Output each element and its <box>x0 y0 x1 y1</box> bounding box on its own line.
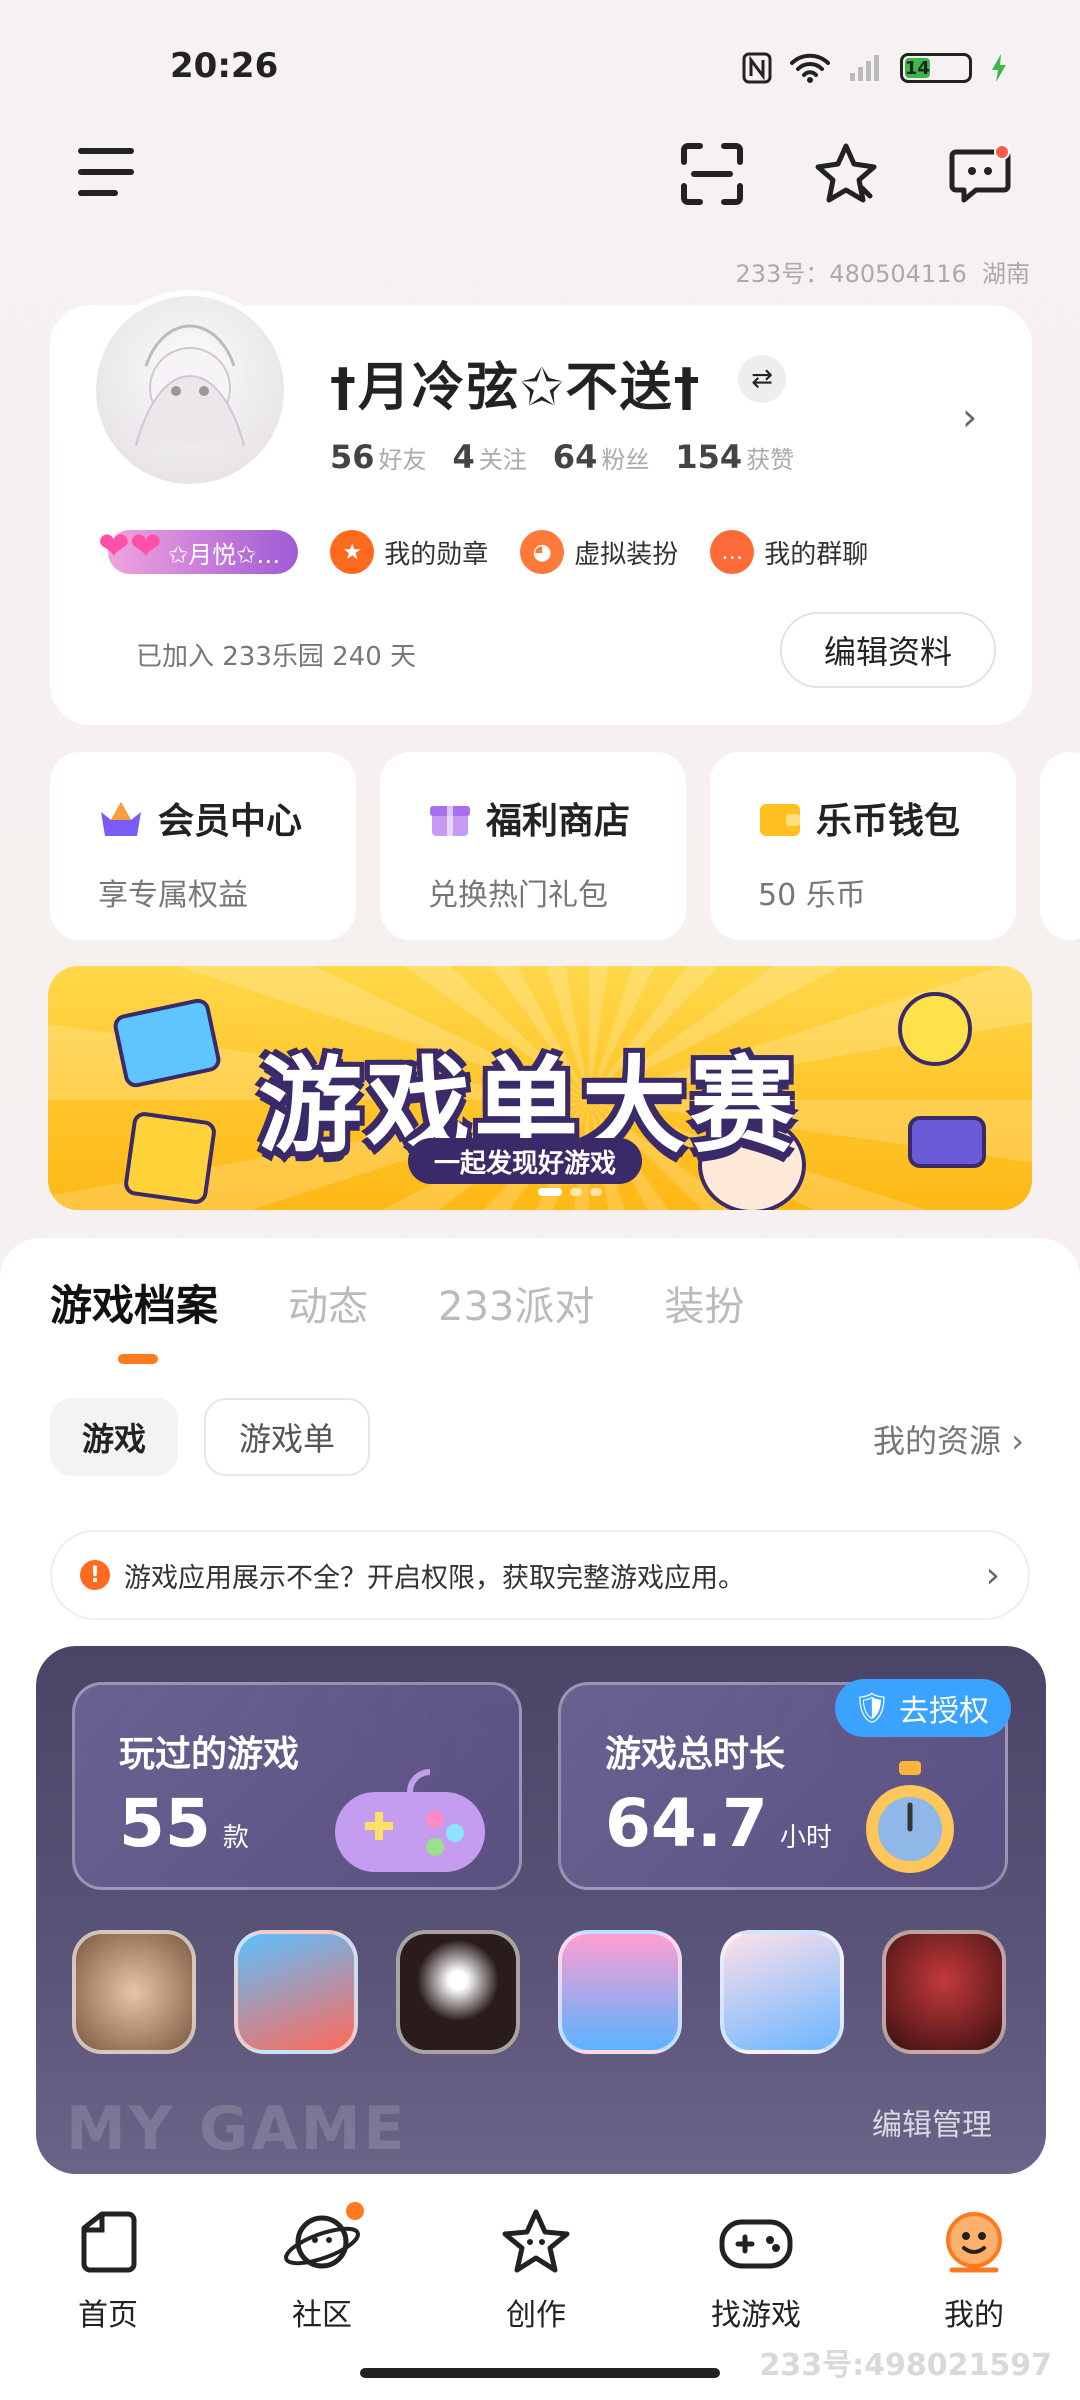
chevron-right-icon[interactable]: › <box>962 395 977 439</box>
star-sparkle-icon[interactable] <box>812 140 880 208</box>
nav-me[interactable]: 我的 <box>904 2206 1044 2334</box>
name-badge[interactable]: ❤❤ ✩月悦✩… <box>98 524 299 574</box>
nav-create[interactable]: 创作 <box>466 2206 606 2334</box>
message-button[interactable] <box>946 140 1014 208</box>
game-icon-6[interactable] <box>882 1930 1006 2054</box>
medal-icon: ★ <box>330 530 375 574</box>
user-id-line: 233号：480504116 湖南 <box>736 254 1031 289</box>
user-id: 233号：480504116 <box>735 260 967 288</box>
played-games-card[interactable]: 玩过的游戏 55 款 <box>72 1682 522 1890</box>
game-icon-1[interactable] <box>72 1930 196 2054</box>
my-resources-link[interactable]: 我的资源 › <box>873 1416 1024 1462</box>
pacman-icon <box>898 992 972 1066</box>
charging-icon <box>992 54 1006 82</box>
gamepad-nav-icon <box>719 2219 793 2269</box>
chip-game-lists[interactable]: 游戏单 <box>204 1398 370 1476</box>
edit-profile-button[interactable]: 编辑资料 <box>780 612 996 688</box>
star-create-icon <box>502 2209 570 2273</box>
event-banner[interactable]: 游戏单大赛 一起发现好游戏 <box>48 966 1032 1210</box>
battery-icon: 14 <box>900 53 972 83</box>
stopwatch-icon <box>866 1761 954 1873</box>
joined-days: 已加入 233乐园 240 天 <box>136 642 417 672</box>
carousel-dots <box>538 1188 602 1196</box>
quick-card-sub: 50 乐币 <box>758 878 866 913</box>
profile-tags: ❤❤ ✩月悦✩… ★ 我的勋章 ◕ 虚拟装扮 … 我的群聊 <box>98 524 868 574</box>
stat-friends[interactable]: 56 好友 <box>330 438 427 476</box>
chip-games[interactable]: 游戏 <box>50 1398 178 1476</box>
chevron-right-icon: › <box>985 1554 1000 1596</box>
question-block-icon <box>122 1110 218 1206</box>
tab-game-profile[interactable]: 游戏档案 <box>50 1272 218 1333</box>
tab-indicator <box>118 1354 158 1364</box>
community-badge-dot <box>346 2202 364 2220</box>
tab-feed[interactable]: 动态 <box>288 1274 368 1332</box>
notification-dot <box>994 144 1010 160</box>
home-indicator <box>360 2368 720 2378</box>
permission-notice[interactable]: ! 游戏应用展示不全？开启权限，获取完整游戏应用。 › <box>50 1530 1030 1620</box>
wallet-icon <box>760 804 800 836</box>
status-time: 20:26 <box>170 46 279 86</box>
scan-icon[interactable] <box>678 140 746 208</box>
tag-avatar-dress[interactable]: ◕ 虚拟装扮 <box>520 530 678 574</box>
banner-subtitle: 一起发现好游戏 <box>408 1138 643 1184</box>
wifi-icon <box>790 53 830 83</box>
game-icon-2[interactable] <box>234 1930 358 2054</box>
menu-icon[interactable] <box>78 148 134 196</box>
edit-manage-link[interactable]: 编辑管理 <box>872 2100 992 2144</box>
game-icon-3[interactable] <box>396 1930 520 2054</box>
signal-icon <box>850 55 879 81</box>
shield-check-icon: 🛡 <box>852 1690 891 1726</box>
notice-text: 游戏应用展示不全？开启权限，获取完整游戏应用。 <box>124 1562 745 1594</box>
panel-footer-word: MY GAME <box>66 2094 408 2164</box>
warning-icon: ! <box>80 1560 110 1590</box>
gamepad-icon <box>335 1769 485 1872</box>
watermark: 233号:498021597 <box>759 2348 1053 2383</box>
game-icon-4[interactable] <box>558 1930 682 2054</box>
tab-dressup[interactable]: 装扮 <box>664 1274 744 1332</box>
joystick-icon <box>908 1116 986 1168</box>
nickname: †月冷弦✩不送† <box>330 358 702 418</box>
stat-following[interactable]: 4 关注 <box>453 438 527 476</box>
tag-group-chat[interactable]: … 我的群聊 <box>710 530 868 574</box>
play-time-card[interactable]: 游戏总时长 64.7 小时 🛡 去授权 <box>558 1679 1011 1890</box>
crown-icon <box>101 802 141 836</box>
avatar-illustration <box>135 324 245 447</box>
profile-stats: 56 好友 4 关注 64 粉丝 154 获赞 <box>330 438 794 476</box>
home-icon <box>81 2211 137 2273</box>
nfc-icon <box>742 52 772 84</box>
group-chat-icon: … <box>710 530 755 574</box>
battery-level: 14 <box>904 57 930 79</box>
mascot-face-icon <box>946 2212 1002 2273</box>
quick-card-vip[interactable]: 会员中心 享专属权益 <box>50 752 356 940</box>
cat-face-icon: ◕ <box>520 530 565 574</box>
stat-likes[interactable]: 154 获赞 <box>675 438 794 476</box>
swap-account-icon[interactable]: ⇄ <box>738 355 786 403</box>
stat-fans[interactable]: 64 粉丝 <box>553 438 650 476</box>
gift-icon <box>430 806 470 836</box>
quick-card-shop[interactable]: 福利商店 兑换热门礼包 <box>380 752 686 940</box>
user-region: 湖南 <box>982 260 1030 288</box>
nav-home[interactable]: 首页 <box>38 2206 178 2334</box>
authorize-button[interactable]: 🛡 去授权 <box>834 1679 1011 1737</box>
profile-tabs: 游戏档案 动态 233派对 装扮 <box>50 1272 744 1333</box>
game-icon-5[interactable] <box>720 1930 844 2054</box>
quick-card-more[interactable] <box>1040 752 1080 940</box>
game-stats-panel: GAME TIME 玩过的游戏 55 款 游戏总时长 64.7 小时 🛡 去授权 MY… <box>36 1646 1046 2174</box>
avatar[interactable] <box>90 290 290 490</box>
quick-card-sub: 享专属权益 <box>98 878 248 913</box>
tag-medals[interactable]: ★ 我的勋章 <box>330 530 488 574</box>
quick-card-sub: 兑换热门礼包 <box>428 878 608 913</box>
hearts-icon: ❤❤ <box>98 524 162 568</box>
nav-find-games[interactable]: 找游戏 <box>686 2206 826 2334</box>
nav-community[interactable]: 社区 <box>252 2202 392 2334</box>
quick-card-wallet[interactable]: 乐币钱包 50 乐币 <box>710 752 1016 940</box>
tab-party[interactable]: 233派对 <box>438 1274 594 1332</box>
status-icons: 14 <box>742 52 1008 84</box>
